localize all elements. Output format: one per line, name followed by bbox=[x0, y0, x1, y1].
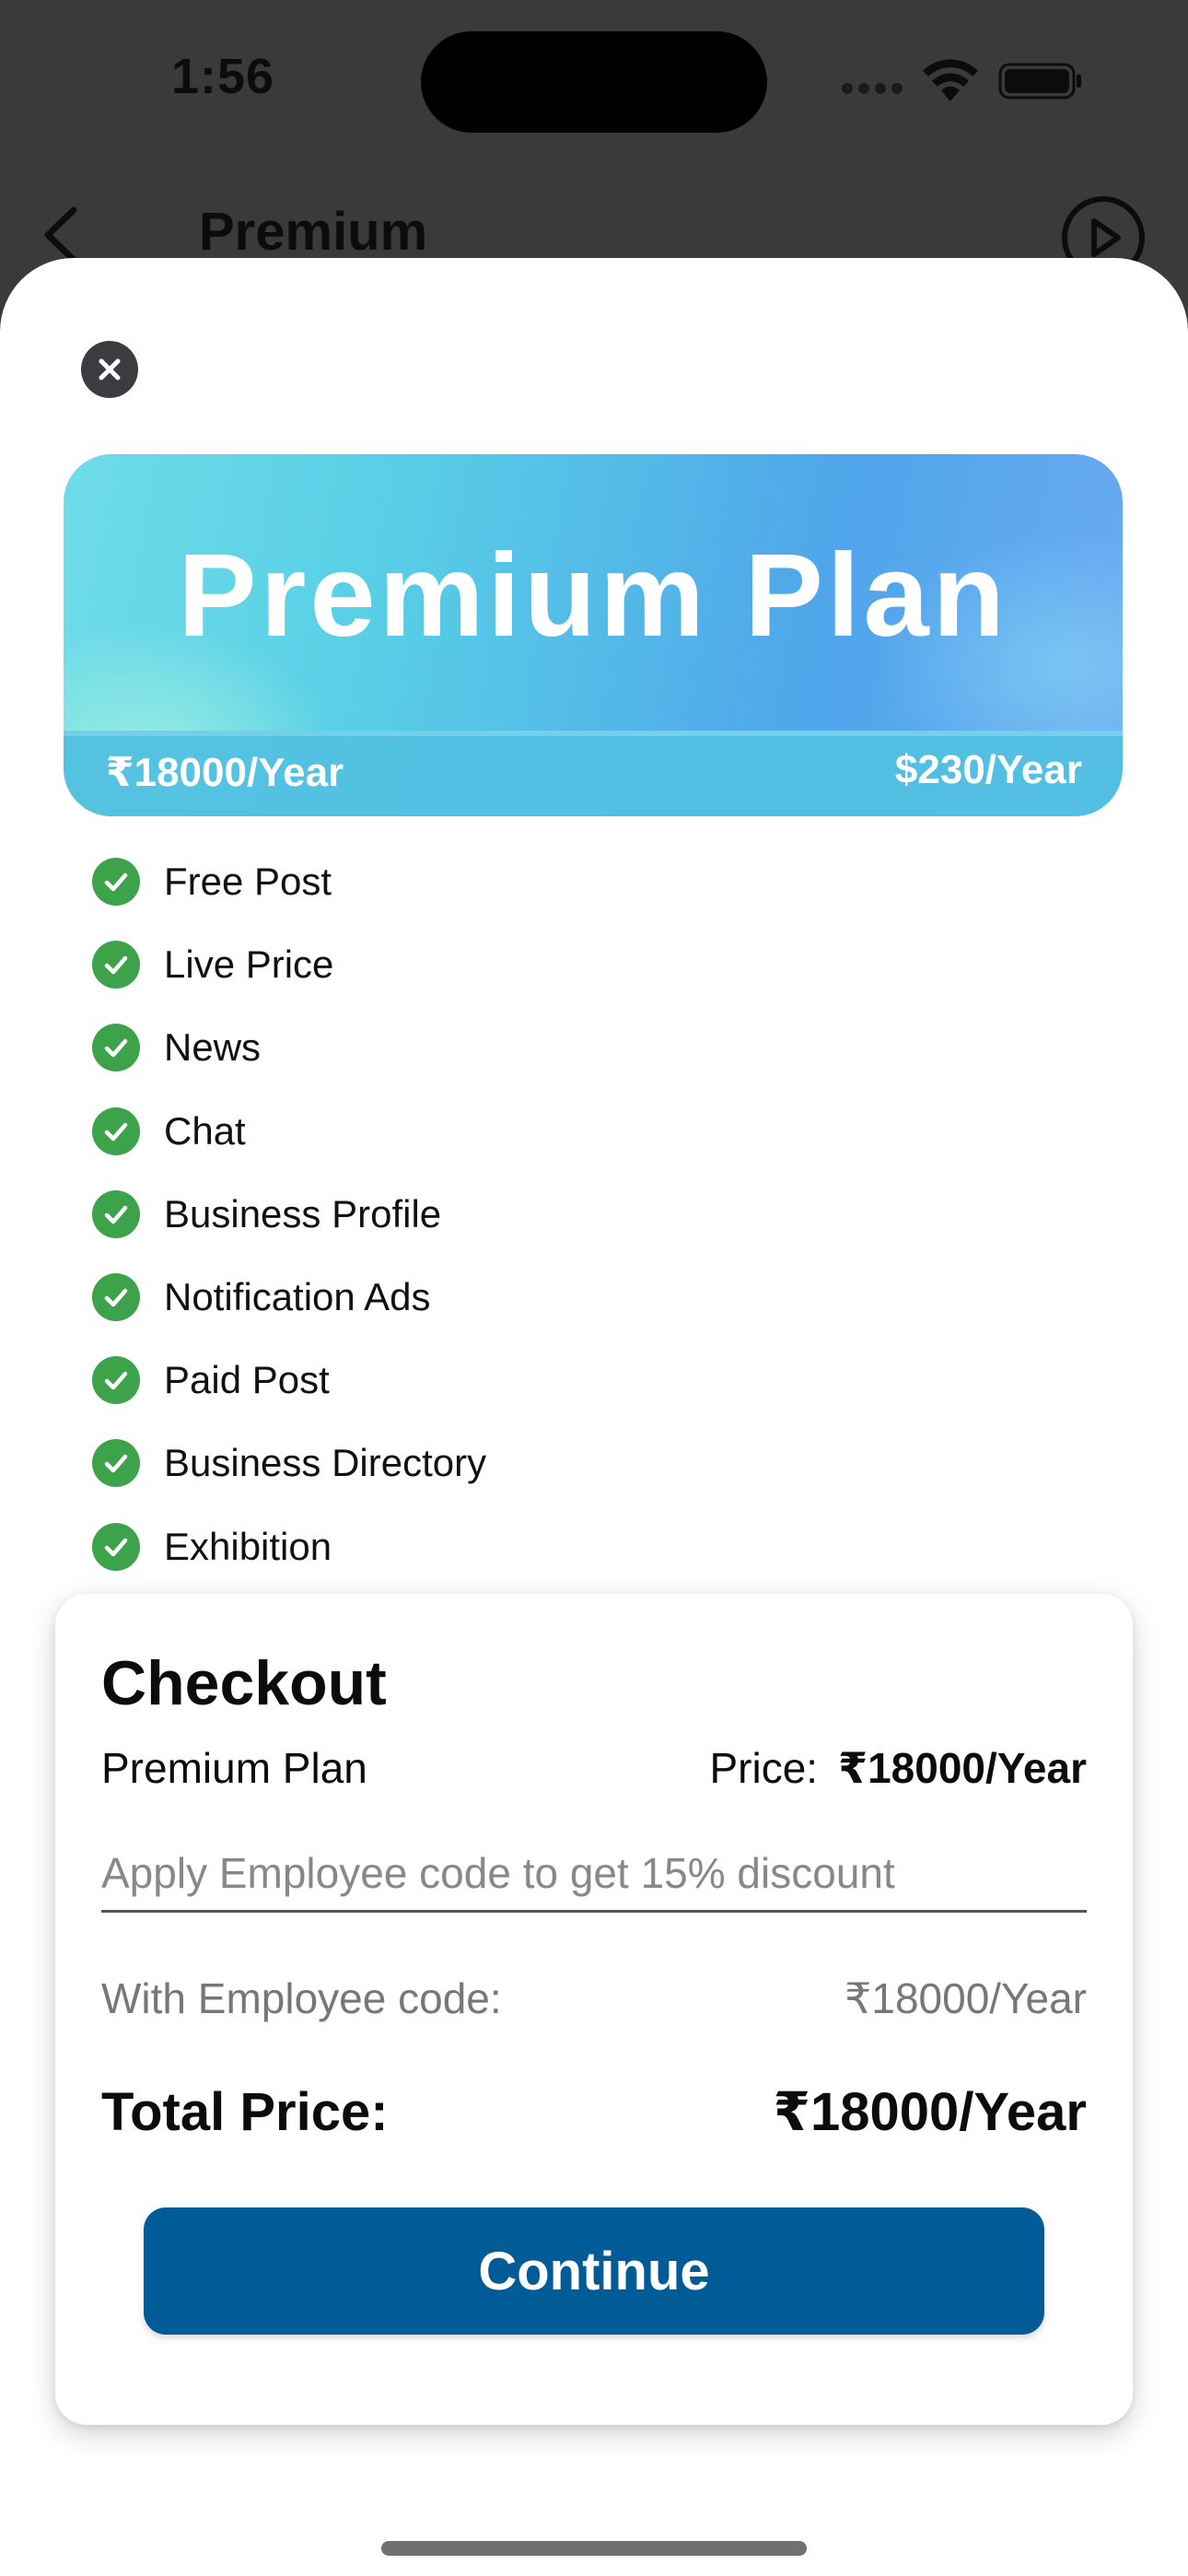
feature-list: Free Post Live Price News Chat Business … bbox=[92, 840, 1013, 1588]
checkmark-circle-icon bbox=[92, 1024, 140, 1072]
checkmark-circle-icon bbox=[92, 1522, 140, 1571]
dynamic-island bbox=[421, 31, 767, 133]
battery-icon bbox=[998, 63, 1081, 100]
plan-price-bar: ₹18000/Year $230/Year bbox=[64, 731, 1123, 816]
employee-code-price-label: With Employee code: bbox=[101, 1974, 502, 2022]
feature-label: Business Profile bbox=[164, 1191, 442, 1235]
checkmark-circle-icon bbox=[92, 1356, 140, 1405]
plan-title: Premium Plan bbox=[178, 530, 1008, 662]
feature-label: Business Directory bbox=[164, 1441, 487, 1485]
feature-item: Chat bbox=[92, 1090, 1013, 1173]
feature-label: Exhibition bbox=[164, 1524, 332, 1568]
checkmark-circle-icon bbox=[92, 1439, 140, 1488]
close-icon bbox=[99, 358, 121, 381]
feature-item: Business Directory bbox=[92, 1422, 1013, 1505]
plan-price-usd: $230/Year bbox=[894, 747, 1082, 792]
employee-code-price-row: With Employee code: ₹18000/Year bbox=[101, 1973, 1087, 2023]
wifi-icon bbox=[923, 59, 978, 101]
cellular-signal-icon bbox=[842, 83, 903, 94]
close-button[interactable] bbox=[81, 341, 138, 398]
checkout-price-group: Price: ₹18000/Year bbox=[709, 1743, 1087, 1793]
checkout-card: Checkout Premium Plan Price: ₹18000/Year… bbox=[55, 1594, 1133, 2425]
checkmark-circle-icon bbox=[92, 941, 140, 989]
feature-item: News bbox=[92, 1006, 1013, 1089]
checkout-plan-row: Premium Plan Price: ₹18000/Year bbox=[101, 1743, 1087, 1793]
feature-item: Live Price bbox=[92, 923, 1013, 1006]
feature-item: Exhibition bbox=[92, 1505, 1013, 1588]
status-time: 1:56 bbox=[171, 49, 275, 104]
continue-button[interactable]: Continue bbox=[144, 2207, 1044, 2335]
feature-item: Free Post bbox=[92, 840, 1013, 923]
feature-label: News bbox=[164, 1025, 262, 1070]
feature-label: Live Price bbox=[164, 943, 334, 987]
background-page-title: Premium bbox=[199, 202, 428, 262]
checkout-title: Checkout bbox=[101, 1648, 387, 1718]
feature-label: Chat bbox=[164, 1108, 246, 1153]
feature-item: Business Profile bbox=[92, 1173, 1013, 1256]
checkmark-circle-icon bbox=[92, 858, 140, 907]
chevron-left-icon[interactable] bbox=[37, 205, 83, 265]
employee-code-price-value: ₹18000/Year bbox=[844, 1974, 1087, 2022]
feature-label: Free Post bbox=[164, 860, 332, 904]
feature-item: Notification Ads bbox=[92, 1256, 1013, 1339]
checkout-price-value: ₹18000/Year bbox=[838, 1744, 1087, 1792]
home-indicator bbox=[381, 2541, 807, 2556]
checkmark-circle-icon bbox=[92, 1189, 140, 1238]
plan-price-inr: ₹18000/Year bbox=[106, 750, 344, 795]
checkmark-circle-icon bbox=[92, 1273, 140, 1322]
feature-label: Paid Post bbox=[164, 1358, 330, 1402]
total-price-row: Total Price: ₹18000/Year bbox=[101, 2080, 1087, 2143]
checkmark-circle-icon bbox=[92, 1107, 140, 1155]
feature-item: Paid Post bbox=[92, 1339, 1013, 1422]
employee-code-input[interactable] bbox=[101, 1835, 1087, 1913]
checkout-price-label: Price: bbox=[709, 1744, 819, 1792]
total-price-value: ₹18000/Year bbox=[773, 2082, 1087, 2142]
checkout-plan-name: Premium Plan bbox=[101, 1744, 367, 1792]
total-price-label: Total Price: bbox=[101, 2081, 389, 2142]
plan-card: Premium Plan ₹18000/Year $230/Year bbox=[64, 454, 1123, 816]
feature-label: Notification Ads bbox=[164, 1275, 431, 1319]
